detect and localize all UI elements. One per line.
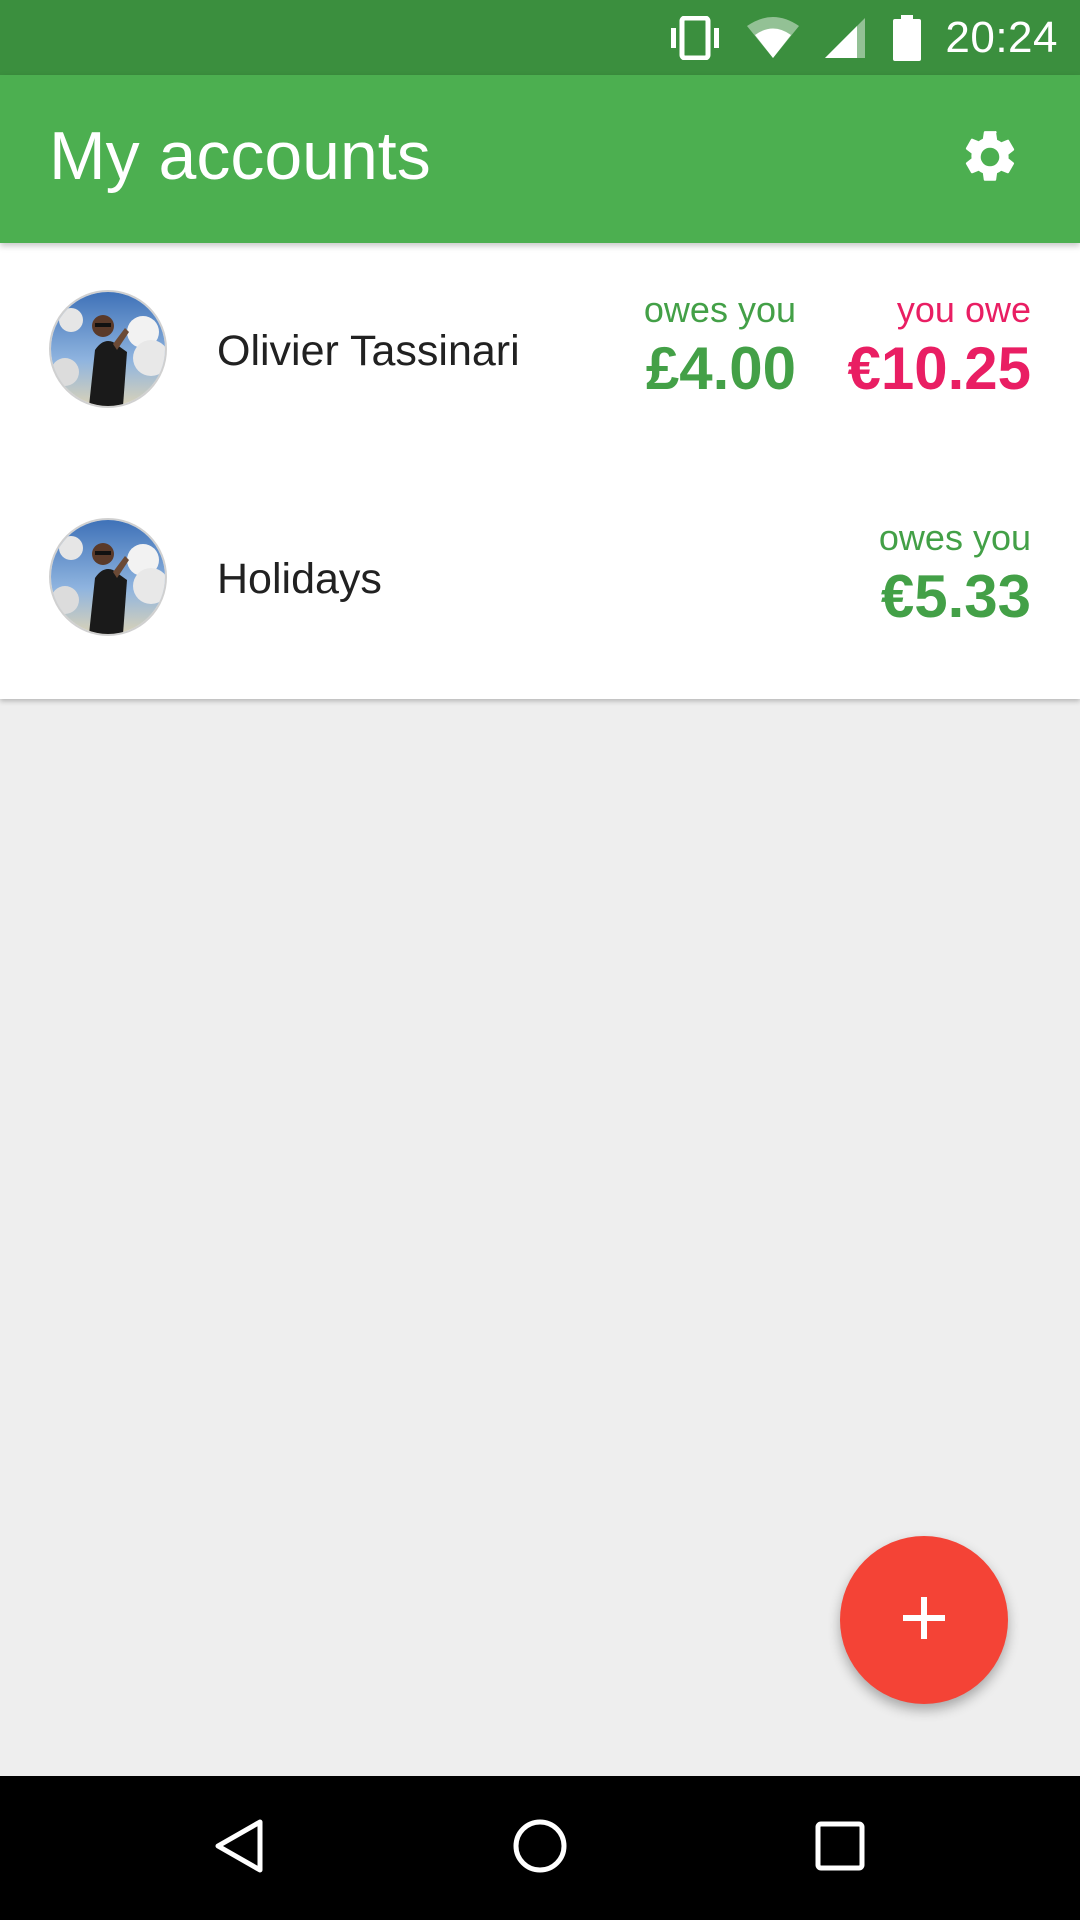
back-icon: [210, 1816, 270, 1881]
app-bar: My accounts: [0, 75, 1080, 243]
back-button[interactable]: [204, 1812, 276, 1884]
balance-amount: €5.33: [880, 563, 1031, 630]
account-name: Olivier Tassinari: [217, 327, 520, 375]
account-name: Holidays: [217, 555, 382, 603]
status-time: 20:24: [945, 12, 1058, 62]
account-row-holidays[interactable]: Holidays owes you €5.33: [0, 471, 1080, 699]
wifi-icon: [745, 16, 801, 60]
balance-owes-you: owes you €5.33: [879, 518, 1031, 630]
balance-owes-you: owes you £4.00: [644, 290, 796, 402]
balance-label: you owe: [896, 289, 1031, 330]
accounts-list: Olivier Tassinari owes you £4.00 you owe…: [0, 243, 1080, 699]
page-title: My accounts: [49, 118, 431, 194]
cell-signal-icon: [823, 16, 869, 60]
add-account-button[interactable]: [840, 1536, 1008, 1704]
status-bar: 20:24: [0, 0, 1080, 75]
balance-you-owe: you owe €10.25: [847, 290, 1031, 402]
navigation-bar: [0, 1776, 1080, 1920]
avatar: [49, 290, 167, 408]
recents-button[interactable]: [804, 1812, 876, 1884]
plus-icon: [901, 1595, 947, 1646]
status-icons: 20:24: [667, 0, 1058, 75]
balance-label: owes you: [643, 289, 796, 330]
home-button[interactable]: [504, 1812, 576, 1884]
avatar: [49, 518, 167, 636]
recents-icon: [810, 1816, 870, 1881]
balance-amount: €10.25: [847, 335, 1031, 402]
account-row-olivier-tassinari[interactable]: Olivier Tassinari owes you £4.00 you owe…: [0, 243, 1080, 471]
balance-amount: £4.00: [645, 335, 796, 402]
settings-button[interactable]: [958, 127, 1022, 191]
gear-icon: [959, 126, 1021, 193]
balance-label: owes you: [878, 517, 1031, 558]
battery-icon: [891, 14, 923, 61]
vibrate-icon: [667, 15, 723, 60]
home-icon: [510, 1816, 570, 1881]
